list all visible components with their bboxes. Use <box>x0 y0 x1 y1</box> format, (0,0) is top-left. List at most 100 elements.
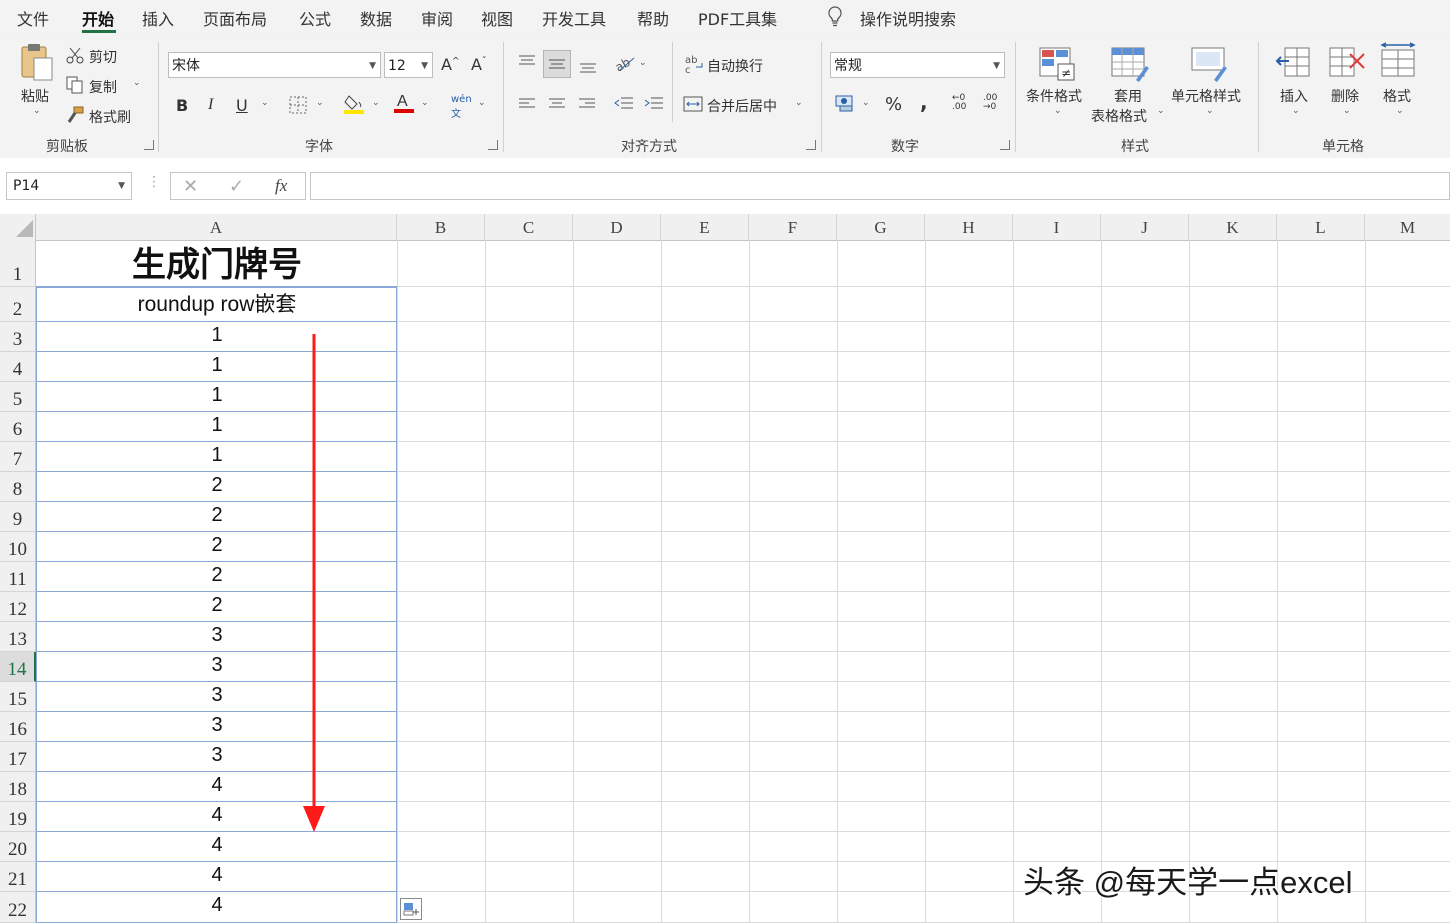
chevron-down-icon[interactable]: ⌄ <box>478 98 486 108</box>
menu-insert[interactable]: 插入 <box>142 6 174 30</box>
row-header-20[interactable]: 20 <box>0 832 36 862</box>
phonetic-guide-icon[interactable]: wén 文 <box>451 94 472 120</box>
accounting-format-icon[interactable] <box>835 94 859 118</box>
row-header-15[interactable]: 15 <box>0 682 36 712</box>
align-bottom-icon[interactable] <box>578 58 598 78</box>
increase-font-icon[interactable]: A^ <box>441 55 460 74</box>
paste-icon[interactable] <box>19 42 55 86</box>
row-header-21[interactable]: 21 <box>0 862 36 892</box>
dialog-launcher-icon[interactable] <box>806 140 816 150</box>
align-center-icon[interactable] <box>547 96 567 116</box>
menu-page-layout[interactable]: 页面布局 <box>203 6 267 30</box>
column-header-b[interactable]: B <box>397 214 485 240</box>
row-header-10[interactable]: 10 <box>0 532 36 562</box>
orientation-icon[interactable]: ab <box>613 54 636 76</box>
chevron-down-icon[interactable]: ⌄ <box>795 98 803 108</box>
chevron-down-icon[interactable]: ⌄ <box>862 98 870 108</box>
chevron-down-icon[interactable]: ⌄ <box>1292 106 1300 116</box>
row-header-7[interactable]: 7 <box>0 442 36 472</box>
insert-button[interactable]: 插入 <box>1280 86 1308 106</box>
formula-input[interactable] <box>310 172 1450 200</box>
row-header-11[interactable]: 11 <box>0 562 36 592</box>
column-header-f[interactable]: F <box>749 214 837 240</box>
menu-review[interactable]: 审阅 <box>421 6 453 30</box>
align-right-icon[interactable] <box>577 96 597 116</box>
quick-analysis-icon[interactable] <box>400 898 422 920</box>
tell-me-search[interactable]: 操作说明搜索 <box>860 6 956 30</box>
chevron-down-icon[interactable]: ⌄ <box>1206 106 1214 116</box>
menu-home[interactable]: 开始 <box>82 6 114 30</box>
row-header-18[interactable]: 18 <box>0 772 36 802</box>
row-header-17[interactable]: 17 <box>0 742 36 772</box>
cell-styles-button[interactable]: 单元格样式 <box>1171 86 1241 106</box>
chevron-down-icon[interactable]: ⌄ <box>33 106 41 116</box>
bold-button[interactable]: B <box>176 96 188 115</box>
copy-button[interactable]: 复制 <box>89 77 117 97</box>
column-header-k[interactable]: K <box>1189 214 1277 240</box>
sheet-title-cell[interactable]: 生成门牌号 <box>37 242 397 286</box>
percent-style-button[interactable]: % <box>885 94 902 115</box>
increase-decimal-icon[interactable]: ←0.00 <box>952 94 966 112</box>
chevron-down-icon[interactable]: ⌄ <box>133 78 141 88</box>
row-header-9[interactable]: 9 <box>0 502 36 532</box>
row-header-8[interactable]: 8 <box>0 472 36 502</box>
wrap-text-button[interactable]: 自动换行 <box>707 56 763 76</box>
align-top-icon[interactable] <box>517 54 537 74</box>
align-left-icon[interactable] <box>517 96 537 116</box>
font-size-select[interactable]: 12 ▼ <box>384 52 433 78</box>
format-as-table-line1[interactable]: 套用 <box>1114 86 1142 106</box>
decrease-decimal-icon[interactable]: .00 →0 <box>983 94 997 112</box>
conditional-formatting-button[interactable]: 条件格式 <box>1026 86 1082 106</box>
row-header-5[interactable]: 5 <box>0 382 36 412</box>
row-header-2[interactable]: 2 <box>0 287 36 322</box>
font-name-select[interactable]: 宋体 ▼ <box>168 52 381 78</box>
comma-style-button[interactable]: , <box>920 90 928 114</box>
column-header-a[interactable]: A <box>36 214 397 240</box>
cut-button[interactable]: 剪切 <box>89 47 117 67</box>
chevron-down-icon[interactable]: ⌄ <box>1343 106 1351 116</box>
menu-view[interactable]: 视图 <box>481 6 513 30</box>
column-header-g[interactable]: G <box>837 214 925 240</box>
column-header-m[interactable]: M <box>1365 214 1450 240</box>
menu-help[interactable]: 帮助 <box>637 6 669 30</box>
column-header-h[interactable]: H <box>925 214 1013 240</box>
menu-file[interactable]: 文件 <box>17 6 49 30</box>
menu-developer[interactable]: 开发工具 <box>542 6 606 30</box>
decrease-indent-icon[interactable] <box>613 95 635 117</box>
chevron-down-icon[interactable]: ⌄ <box>261 98 269 108</box>
cancel-icon[interactable]: ✕ <box>183 176 198 197</box>
chevron-down-icon[interactable]: ⌄ <box>316 98 324 108</box>
insert-function-button[interactable]: fx <box>275 176 287 196</box>
borders-icon[interactable] <box>289 96 307 118</box>
chevron-down-icon[interactable]: ⌄ <box>372 98 380 108</box>
decrease-font-icon[interactable]: Aˇ <box>471 55 486 74</box>
merge-center-button[interactable]: 合并后居中 <box>707 96 777 116</box>
fill-color-icon[interactable] <box>344 93 366 119</box>
dialog-launcher-icon[interactable] <box>1000 140 1010 150</box>
column-header-j[interactable]: J <box>1101 214 1189 240</box>
paste-button[interactable]: 粘贴 <box>21 86 49 106</box>
chevron-down-icon[interactable]: ⌄ <box>639 58 647 68</box>
column-header-e[interactable]: E <box>661 214 749 240</box>
row-header-16[interactable]: 16 <box>0 712 36 742</box>
chevron-down-icon[interactable]: ⌄ <box>1157 106 1165 116</box>
row-header-22[interactable]: 22 <box>0 892 36 923</box>
format-as-table-line2[interactable]: 表格格式 <box>1091 106 1147 126</box>
menu-data[interactable]: 数据 <box>360 6 392 30</box>
format-button[interactable]: 格式 <box>1383 86 1411 106</box>
chevron-down-icon[interactable]: ⌄ <box>1396 106 1404 116</box>
row-header-12[interactable]: 12 <box>0 592 36 622</box>
column-header-d[interactable]: D <box>573 214 661 240</box>
font-color-icon[interactable]: A <box>393 91 415 119</box>
chevron-down-icon[interactable]: ⌄ <box>421 98 429 108</box>
column-header-i[interactable]: I <box>1013 214 1101 240</box>
dialog-launcher-icon[interactable] <box>144 140 154 150</box>
increase-indent-icon[interactable] <box>643 95 665 117</box>
underline-button[interactable]: U <box>236 96 248 115</box>
row-header-14[interactable]: 14 <box>0 652 36 682</box>
dialog-launcher-icon[interactable] <box>488 140 498 150</box>
name-box[interactable]: P14 ▼ <box>6 172 132 200</box>
column-header-c[interactable]: C <box>485 214 573 240</box>
row-header-1[interactable]: 1 <box>0 240 36 287</box>
number-format-select[interactable]: 常规 ▼ <box>830 52 1005 78</box>
